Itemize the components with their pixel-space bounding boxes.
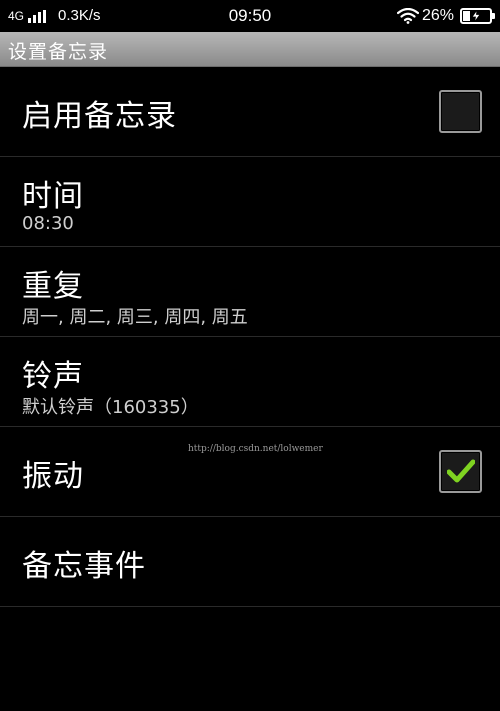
settings-list: 启用备忘录 时间 08:30 重复 周一, 周二, 周三, 周四, 周五 铃声 …: [0, 67, 500, 607]
setting-ringtone[interactable]: 铃声 默认铃声（160335）: [0, 337, 500, 427]
setting-repeat-value: 周一, 周二, 周三, 周四, 周五: [22, 307, 248, 328]
status-bar: 4G 0.3K/s 09:50 26%: [0, 0, 500, 32]
setting-ringtone-value: 默认铃声（160335）: [22, 397, 199, 418]
title-bar: 设置备忘录: [0, 32, 500, 67]
charging-icon: [471, 10, 481, 22]
setting-vibrate[interactable]: 振动: [0, 427, 500, 517]
vibrate-checkbox[interactable]: [439, 450, 482, 493]
setting-time-label: 时间: [22, 179, 84, 214]
wifi-icon: [396, 8, 419, 24]
setting-repeat-label: 重复: [22, 269, 84, 304]
setting-vibrate-label: 振动: [22, 459, 84, 494]
battery-level: [463, 11, 470, 21]
status-right: 26%: [396, 6, 495, 26]
setting-ringtone-label: 铃声: [22, 359, 84, 394]
setting-time-value: 08:30: [22, 213, 74, 234]
check-icon: [447, 459, 475, 483]
battery-icon: [460, 8, 495, 24]
enable-memo-checkbox[interactable]: [439, 90, 482, 133]
watermark-text: http://blog.csdn.net/lolwemer: [188, 444, 323, 454]
setting-repeat[interactable]: 重复 周一, 周二, 周三, 周四, 周五: [0, 247, 500, 337]
setting-memo-event[interactable]: 备忘事件: [0, 517, 500, 607]
page-title: 设置备忘录: [8, 41, 109, 63]
setting-enable-memo-label: 启用备忘录: [22, 99, 177, 134]
setting-time[interactable]: 时间 08:30: [0, 157, 500, 247]
setting-memo-event-label: 备忘事件: [22, 549, 146, 584]
battery-percent: 26%: [421, 7, 454, 24]
setting-enable-memo[interactable]: 启用备忘录: [0, 67, 500, 157]
